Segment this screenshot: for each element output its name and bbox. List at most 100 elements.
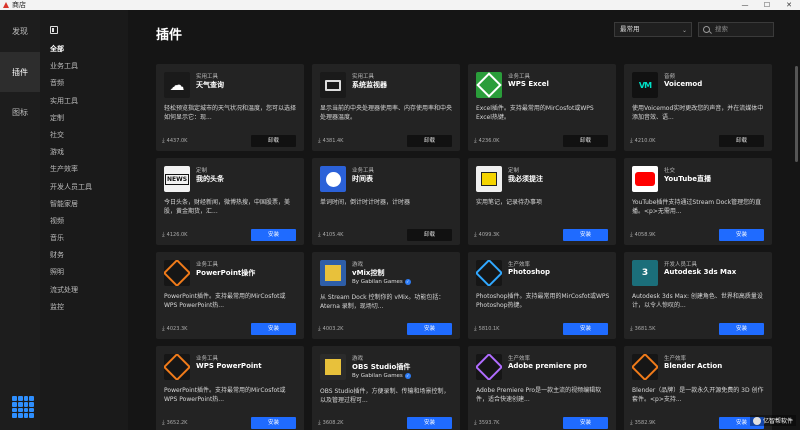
download-count: ⤓ 4105.4K [318, 231, 343, 239]
category-item[interactable]: 定制 [50, 110, 128, 127]
download-count-value: 4236.0K [478, 138, 500, 144]
uninstall-button[interactable]: 卸载 [407, 135, 452, 147]
category-item[interactable]: 社交 [50, 127, 128, 144]
watermark-text: 亿智帮软件 [762, 418, 793, 425]
rail-item-plugins[interactable]: 插件 [0, 52, 40, 92]
monitor-icon [320, 72, 346, 98]
download-count-value: 4437.0K [166, 138, 188, 144]
category-item[interactable]: 实用工具 [50, 93, 128, 110]
plugin-card[interactable]: 业务工具 WPS Excel Excel插件。支持最常用的MirCosfot或WPS… [468, 64, 616, 151]
category-item[interactable]: 全部 [50, 41, 128, 58]
plugin-name: 我必须提注 [508, 175, 543, 183]
plugin-description: Autodesk 3ds Max: 创建角色、世界和高质量设计，以令人惊叹的..… [632, 293, 763, 309]
download-count: ⤓ 3608.2K [318, 419, 343, 427]
category-item[interactable]: 照明 [50, 264, 128, 281]
install-button[interactable]: 安装 [407, 323, 452, 335]
sort-select[interactable]: 最常用 ⌄ [614, 22, 692, 37]
plugin-description: OBS Studio插件，方便录制、传输和场景控制，以及管理过程可... [320, 388, 450, 404]
download-count: ⤓ 5810.1K [474, 325, 499, 333]
download-count: ⤓ 3652.2K [162, 419, 187, 427]
category-item[interactable]: 流式处理 [50, 282, 128, 299]
install-button[interactable]: 安装 [563, 229, 608, 241]
install-button[interactable]: 安装 [251, 323, 296, 335]
category-item[interactable]: 财务 [50, 247, 128, 264]
category-item[interactable]: 生产效率 [50, 161, 128, 178]
plugin-card[interactable]: 业务工具 时间表 单词时间，倒计时计时器，计时器 ⤓ 4105.4K 卸载 [312, 158, 460, 245]
plugin-card[interactable]: ☁ 实用工具 天气查询 轻松预览指定城市的天气状况和温度，您可以选择如何显示它：现..… [156, 64, 304, 151]
uninstall-button[interactable]: 卸载 [251, 135, 296, 147]
download-count-value: 3652.2K [166, 420, 188, 426]
search-input[interactable]: 搜索 [698, 22, 774, 37]
download-icon: ⤓ [162, 137, 165, 144]
category-item[interactable]: 监控 [50, 299, 128, 316]
plugin-category: 游戏 [352, 356, 364, 362]
plugin-card[interactable]: 社交 YouTube直播 YouTube插件支持通过Stream Dock管理您的直… [624, 158, 772, 245]
plugin-author: By Gabilan Games ✓ [352, 279, 411, 285]
uninstall-button[interactable]: 卸载 [407, 229, 452, 241]
rail-item-discover[interactable]: 发现 [0, 10, 40, 52]
plugin-card[interactable]: 生产效率 Adobe premiere pro Adobe Premiere Pro… [468, 346, 616, 430]
download-icon: ⤓ [474, 231, 477, 238]
collapse-panel-icon[interactable] [50, 26, 58, 34]
plugin-card[interactable]: 游戏 OBS Studio插件 By Gabilan Games ✓ OBS Studi… [312, 346, 460, 430]
install-button[interactable]: 安装 [251, 229, 296, 241]
category-item[interactable]: 音乐 [50, 230, 128, 247]
install-button[interactable]: 安装 [407, 417, 452, 429]
install-button[interactable]: 安装 [563, 417, 608, 429]
category-item[interactable]: 智能家居 [50, 196, 128, 213]
plugin-description: 单词时间，倒计时计时器，计时器 [320, 199, 411, 206]
plugin-description: 实用笔记，记录待办事项 [476, 199, 543, 206]
scrollbar[interactable] [795, 66, 798, 162]
plugin-category: 生产效率 [664, 356, 687, 362]
chevron-down-icon: ⌄ [681, 27, 687, 34]
maximize-button[interactable]: ☐ [756, 1, 778, 9]
category-item[interactable]: 开发人员工具 [50, 179, 128, 196]
plugin-card[interactable]: 3 开发人员工具 Autodesk 3ds Max Autodesk 3ds Max:… [624, 252, 772, 339]
category-item[interactable]: 业务工具 [50, 58, 128, 75]
close-button[interactable]: ✕ [778, 1, 800, 9]
plugin-card[interactable]: 业务工具 WPS PowerPoint PowerPoint插件。支持最常用的Mir… [156, 346, 304, 430]
plugin-card[interactable]: 定制 我必须提注实用笔记，记录待办事项 ⤓ 4099.3K 安装 [468, 158, 616, 245]
apps-grid-icon[interactable] [12, 396, 34, 418]
plugin-category: 业务工具 [352, 168, 375, 174]
install-button[interactable]: 安装 [251, 417, 296, 429]
plugin-name: YouTube直播 [664, 175, 711, 183]
install-button[interactable]: 安装 [563, 323, 608, 335]
plugin-card[interactable]: 生产效率 Photoshop Photoshop插件。支持最常用的MirCosfot… [468, 252, 616, 339]
weather-icon: ☁ [164, 72, 190, 98]
download-count-value: 5810.1K [478, 326, 500, 332]
category-item[interactable]: 音频 [50, 75, 128, 92]
wps-powerpoint-icon [164, 354, 190, 380]
uninstall-button[interactable]: 卸载 [719, 135, 764, 147]
plugin-category: 社交 [664, 168, 676, 174]
category-item[interactable]: 游戏 [50, 144, 128, 161]
plugin-description: 今日头条，财经新闻，微博热搜，中国股票，美股，黄金期货，汇... [164, 199, 291, 215]
youtube-icon [632, 166, 658, 192]
install-button[interactable]: 安装 [719, 229, 764, 241]
plugin-card[interactable]: 业务工具 PowerPoint操作 PowerPoint插件。支持最常用的MirCo… [156, 252, 304, 339]
plugin-category: 实用工具 [352, 74, 375, 80]
plugin-card[interactable]: 游戏 vMix控制 By Gabilan Games ✓ 从 Stream Dock 控… [312, 252, 460, 339]
plugin-category: 生产效率 [508, 262, 531, 268]
plugin-card[interactable]: NEWS 定制 我的头条 今日头条，财经新闻，微博热搜，中国股票，美股，黄金期货，汇.… [156, 158, 304, 245]
rail-item-icons[interactable]: 图标 [0, 92, 40, 132]
plugin-category: 业务工具 [508, 74, 531, 80]
install-button[interactable]: 安装 [719, 323, 764, 335]
uninstall-button[interactable]: 卸载 [563, 135, 608, 147]
plugin-category: 业务工具 [196, 356, 219, 362]
premiere-icon [476, 354, 502, 380]
clock-icon [320, 166, 346, 192]
blender-icon [632, 354, 658, 380]
download-count: ⤓ 3593.7K [474, 419, 499, 427]
plugin-description: PowerPoint插件。支持最常用的MirCosfot或WPS PowerPo… [164, 293, 286, 309]
download-count-value: 4099.3K [478, 232, 500, 238]
author-name: By Gabilan Games [352, 373, 403, 379]
note-icon [476, 166, 502, 192]
watermark: 亿智帮软件 [749, 415, 796, 426]
plugin-category: 定制 [508, 168, 520, 174]
plugin-card[interactable]: VM 音频 Voicemod 使用Voicemod实时更改您的声音，并在流媒体中添加音… [624, 64, 772, 151]
plugin-card[interactable]: 实用工具 系统监视器 显示当前的中央处理器使用率、内存使用率和中央处理器温度。 ⤓ 43… [312, 64, 460, 151]
minimize-button[interactable]: — [734, 1, 756, 9]
category-item[interactable]: 视频 [50, 213, 128, 230]
main-content: 插件 最常用 ⌄ 搜索 ☁ 实用工具 天气查询 轻松预览指定城市的天气状况和温度，您可… [128, 10, 800, 430]
